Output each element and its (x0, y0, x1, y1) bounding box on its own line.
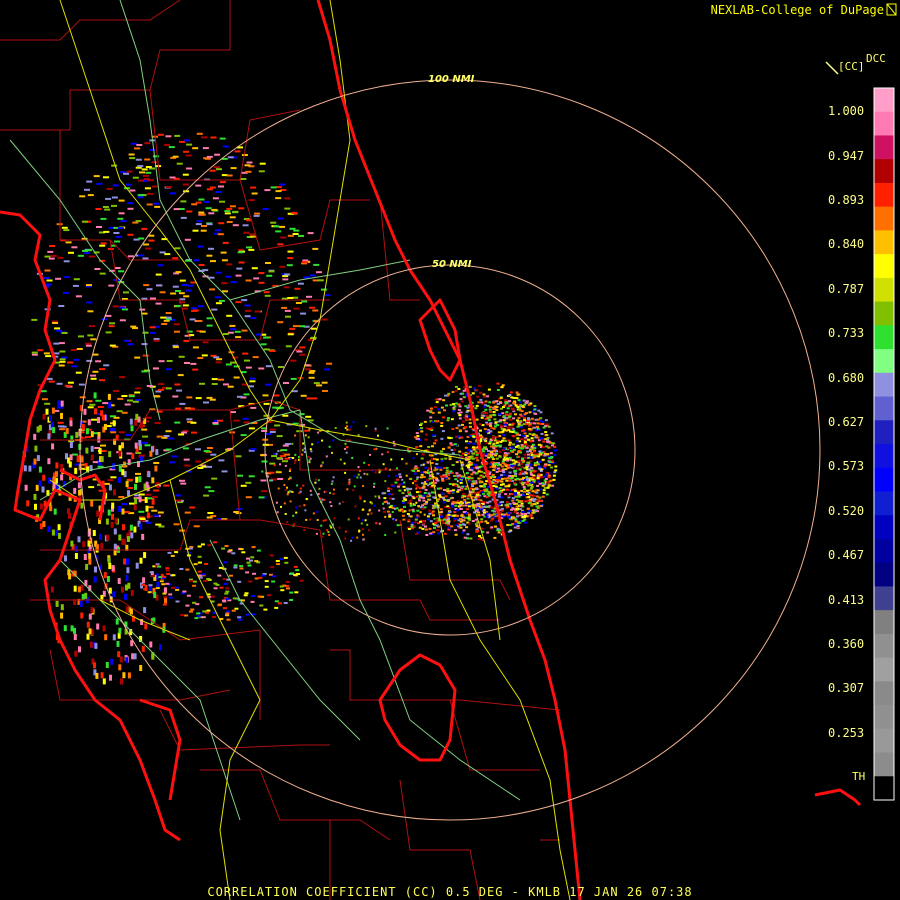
legend-tick: 0.307 (828, 681, 865, 695)
color-scale-segment (874, 206, 894, 231)
product-caption: CORRELATION COEFFICIENT (CC) 0.5 DEG - K… (207, 885, 693, 899)
range-ring-100 (79, 79, 821, 821)
threshold-label: TH (852, 770, 866, 783)
legend-tick: 0.947 (828, 149, 865, 163)
color-scale-segment (874, 657, 894, 682)
legend-name: DCC (866, 52, 886, 65)
range-rings (79, 79, 821, 821)
color-scale-segment (874, 776, 894, 801)
color-scale-segment (874, 301, 894, 326)
radar-map: 100 NMI 50 NMI (0, 0, 897, 900)
color-scale-segment (874, 562, 894, 587)
legend-tick: 0.520 (828, 504, 865, 518)
color-scale-segment (874, 254, 894, 279)
legend-tick: 1.000 (828, 104, 865, 118)
legend-unit: [CC] (838, 60, 865, 73)
legend-tick: 0.733 (828, 326, 865, 340)
color-scale-segment (874, 349, 894, 374)
legend-tick: 0.253 (828, 726, 865, 740)
corner-logo-icon (886, 3, 897, 16)
legend-tick: 0.627 (828, 415, 865, 429)
color-scale-segment (874, 752, 894, 777)
legend-tick: 0.680 (828, 371, 865, 385)
color-scale-segment (874, 515, 894, 540)
range-ring-label-50: 50 NMI (432, 259, 472, 270)
coastlines (0, 0, 862, 900)
range-ring-label-100: 100 NMI (428, 74, 475, 85)
diagonal-slash-icon (825, 61, 839, 75)
legend-tick: 0.360 (828, 637, 865, 651)
legend-tick: 0.840 (828, 237, 865, 251)
color-scale-segment (874, 610, 894, 635)
credit-text: NEXLAB-College of DuPage (710, 3, 884, 17)
legend-tick: 0.467 (828, 548, 865, 562)
legend-tick: 0.787 (828, 282, 865, 296)
legend-tick: 0.413 (828, 593, 865, 607)
legend-tick: 0.573 (828, 459, 865, 473)
legend-tick: 0.893 (828, 193, 865, 207)
